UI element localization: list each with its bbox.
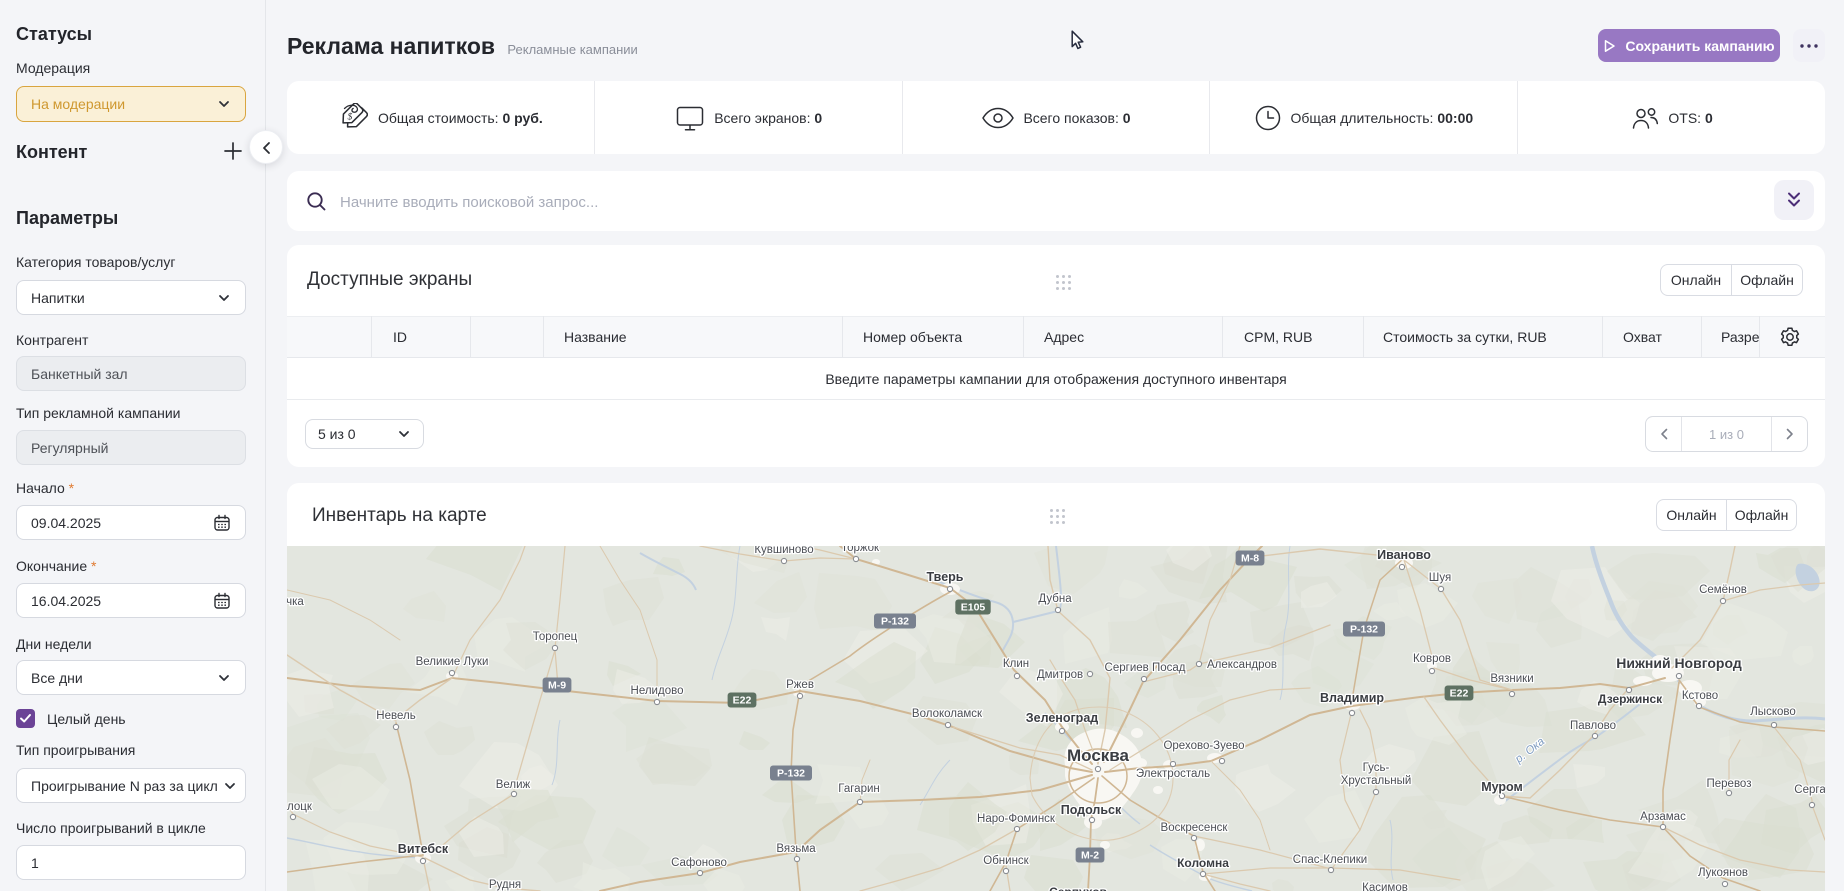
svg-text:Серпухов: Серпухов bbox=[1049, 885, 1107, 891]
svg-text:Ржев: Ржев bbox=[786, 679, 814, 691]
svg-text:Гусь-: Гусь- bbox=[1363, 762, 1390, 774]
svg-text:М-9: М-9 bbox=[548, 680, 566, 692]
svg-text:Дмитров: Дмитров bbox=[1037, 669, 1083, 681]
svg-text:Невель: Невель bbox=[376, 710, 415, 722]
svg-text:Подольск: Подольск bbox=[1061, 803, 1122, 817]
svg-text:Р-132: Р-132 bbox=[881, 616, 909, 628]
svg-text:Дубна: Дубна bbox=[1038, 593, 1072, 605]
svg-text:Обнинск: Обнинск bbox=[983, 855, 1029, 867]
svg-text:Кстово: Кстово bbox=[1682, 690, 1718, 702]
svg-text:Кувшиново: Кувшиново bbox=[754, 546, 813, 556]
svg-text:$: $ bbox=[347, 111, 352, 122]
svg-text:Наро-Фоминск: Наро-Фоминск bbox=[977, 813, 1056, 825]
svg-text:Воскресенск: Воскресенск bbox=[1161, 822, 1229, 834]
svg-text:Клин: Клин bbox=[1003, 658, 1029, 670]
svg-text:Касимов: Касимов bbox=[1362, 882, 1408, 891]
svg-text:Электросталь: Электросталь bbox=[1136, 768, 1210, 780]
svg-text:Е22: Е22 bbox=[733, 695, 752, 707]
svg-text:М-8: М-8 bbox=[1241, 553, 1259, 565]
svg-text:Зеленоград: Зеленоград bbox=[1026, 711, 1098, 725]
svg-text:Сергиев Посад: Сергиев Посад bbox=[1105, 662, 1186, 674]
svg-text:Владимир: Владимир bbox=[1320, 691, 1384, 705]
svg-text:Спас-Клепики: Спас-Клепики bbox=[1293, 854, 1367, 866]
svg-text:Дзержинск: Дзержинск bbox=[1598, 692, 1663, 706]
svg-text:Тверь: Тверь bbox=[927, 570, 964, 584]
svg-text:Волоколамск: Волоколамск bbox=[912, 708, 983, 720]
svg-text:Е105: Е105 bbox=[961, 602, 986, 614]
svg-text:Р-132: Р-132 bbox=[777, 768, 805, 780]
svg-text:Коломна: Коломна bbox=[1177, 856, 1229, 870]
svg-text:Муром: Муром bbox=[1481, 780, 1523, 794]
svg-text:Хрустальный: Хрустальный bbox=[1341, 775, 1412, 787]
svg-text:чка: чка bbox=[287, 596, 304, 608]
svg-text:Арзамас: Арзамас bbox=[1640, 811, 1686, 823]
svg-text:Великие Луки: Великие Луки bbox=[416, 656, 489, 668]
svg-text:Орехово-Зуево: Орехово-Зуево bbox=[1163, 740, 1244, 752]
svg-text:Лукоянов: Лукоянов bbox=[1698, 867, 1748, 879]
svg-text:Нижний Новгород: Нижний Новгород bbox=[1616, 655, 1742, 671]
svg-text:Лысково: Лысково bbox=[1750, 706, 1796, 718]
svg-text:М-2: М-2 bbox=[1081, 850, 1099, 862]
svg-text:Серга: Серга bbox=[1794, 784, 1825, 796]
svg-text:Павлово: Павлово bbox=[1570, 720, 1616, 732]
svg-text:Торжок: Торжок bbox=[841, 546, 880, 554]
svg-text:Александров: Александров bbox=[1207, 659, 1277, 671]
svg-text:Гагарин: Гагарин bbox=[838, 783, 880, 795]
svg-text:Семёнов: Семёнов bbox=[1699, 584, 1747, 596]
svg-text:Ковров: Ковров bbox=[1413, 653, 1451, 665]
svg-text:лоцк: лоцк bbox=[287, 801, 313, 813]
svg-text:Торопец: Торопец bbox=[533, 631, 578, 643]
svg-text:Сафоново: Сафоново bbox=[671, 857, 727, 869]
svg-text:Нелидово: Нелидово bbox=[631, 685, 684, 697]
svg-text:Велиж: Велиж bbox=[496, 779, 531, 791]
svg-text:Москва: Москва bbox=[1067, 746, 1130, 765]
svg-text:Р-132: Р-132 bbox=[1350, 624, 1378, 636]
svg-text:Вязьма: Вязьма bbox=[776, 843, 816, 855]
svg-text:Перевоз: Перевоз bbox=[1707, 778, 1752, 790]
svg-text:Иваново: Иваново bbox=[1377, 548, 1431, 562]
svg-text:Витебск: Витебск bbox=[398, 842, 449, 856]
svg-text:Шуя: Шуя bbox=[1429, 572, 1451, 584]
svg-text:Е22: Е22 bbox=[1450, 688, 1469, 700]
svg-text:Рудня: Рудня bbox=[489, 879, 521, 891]
svg-text:Вязники: Вязники bbox=[1490, 673, 1533, 685]
